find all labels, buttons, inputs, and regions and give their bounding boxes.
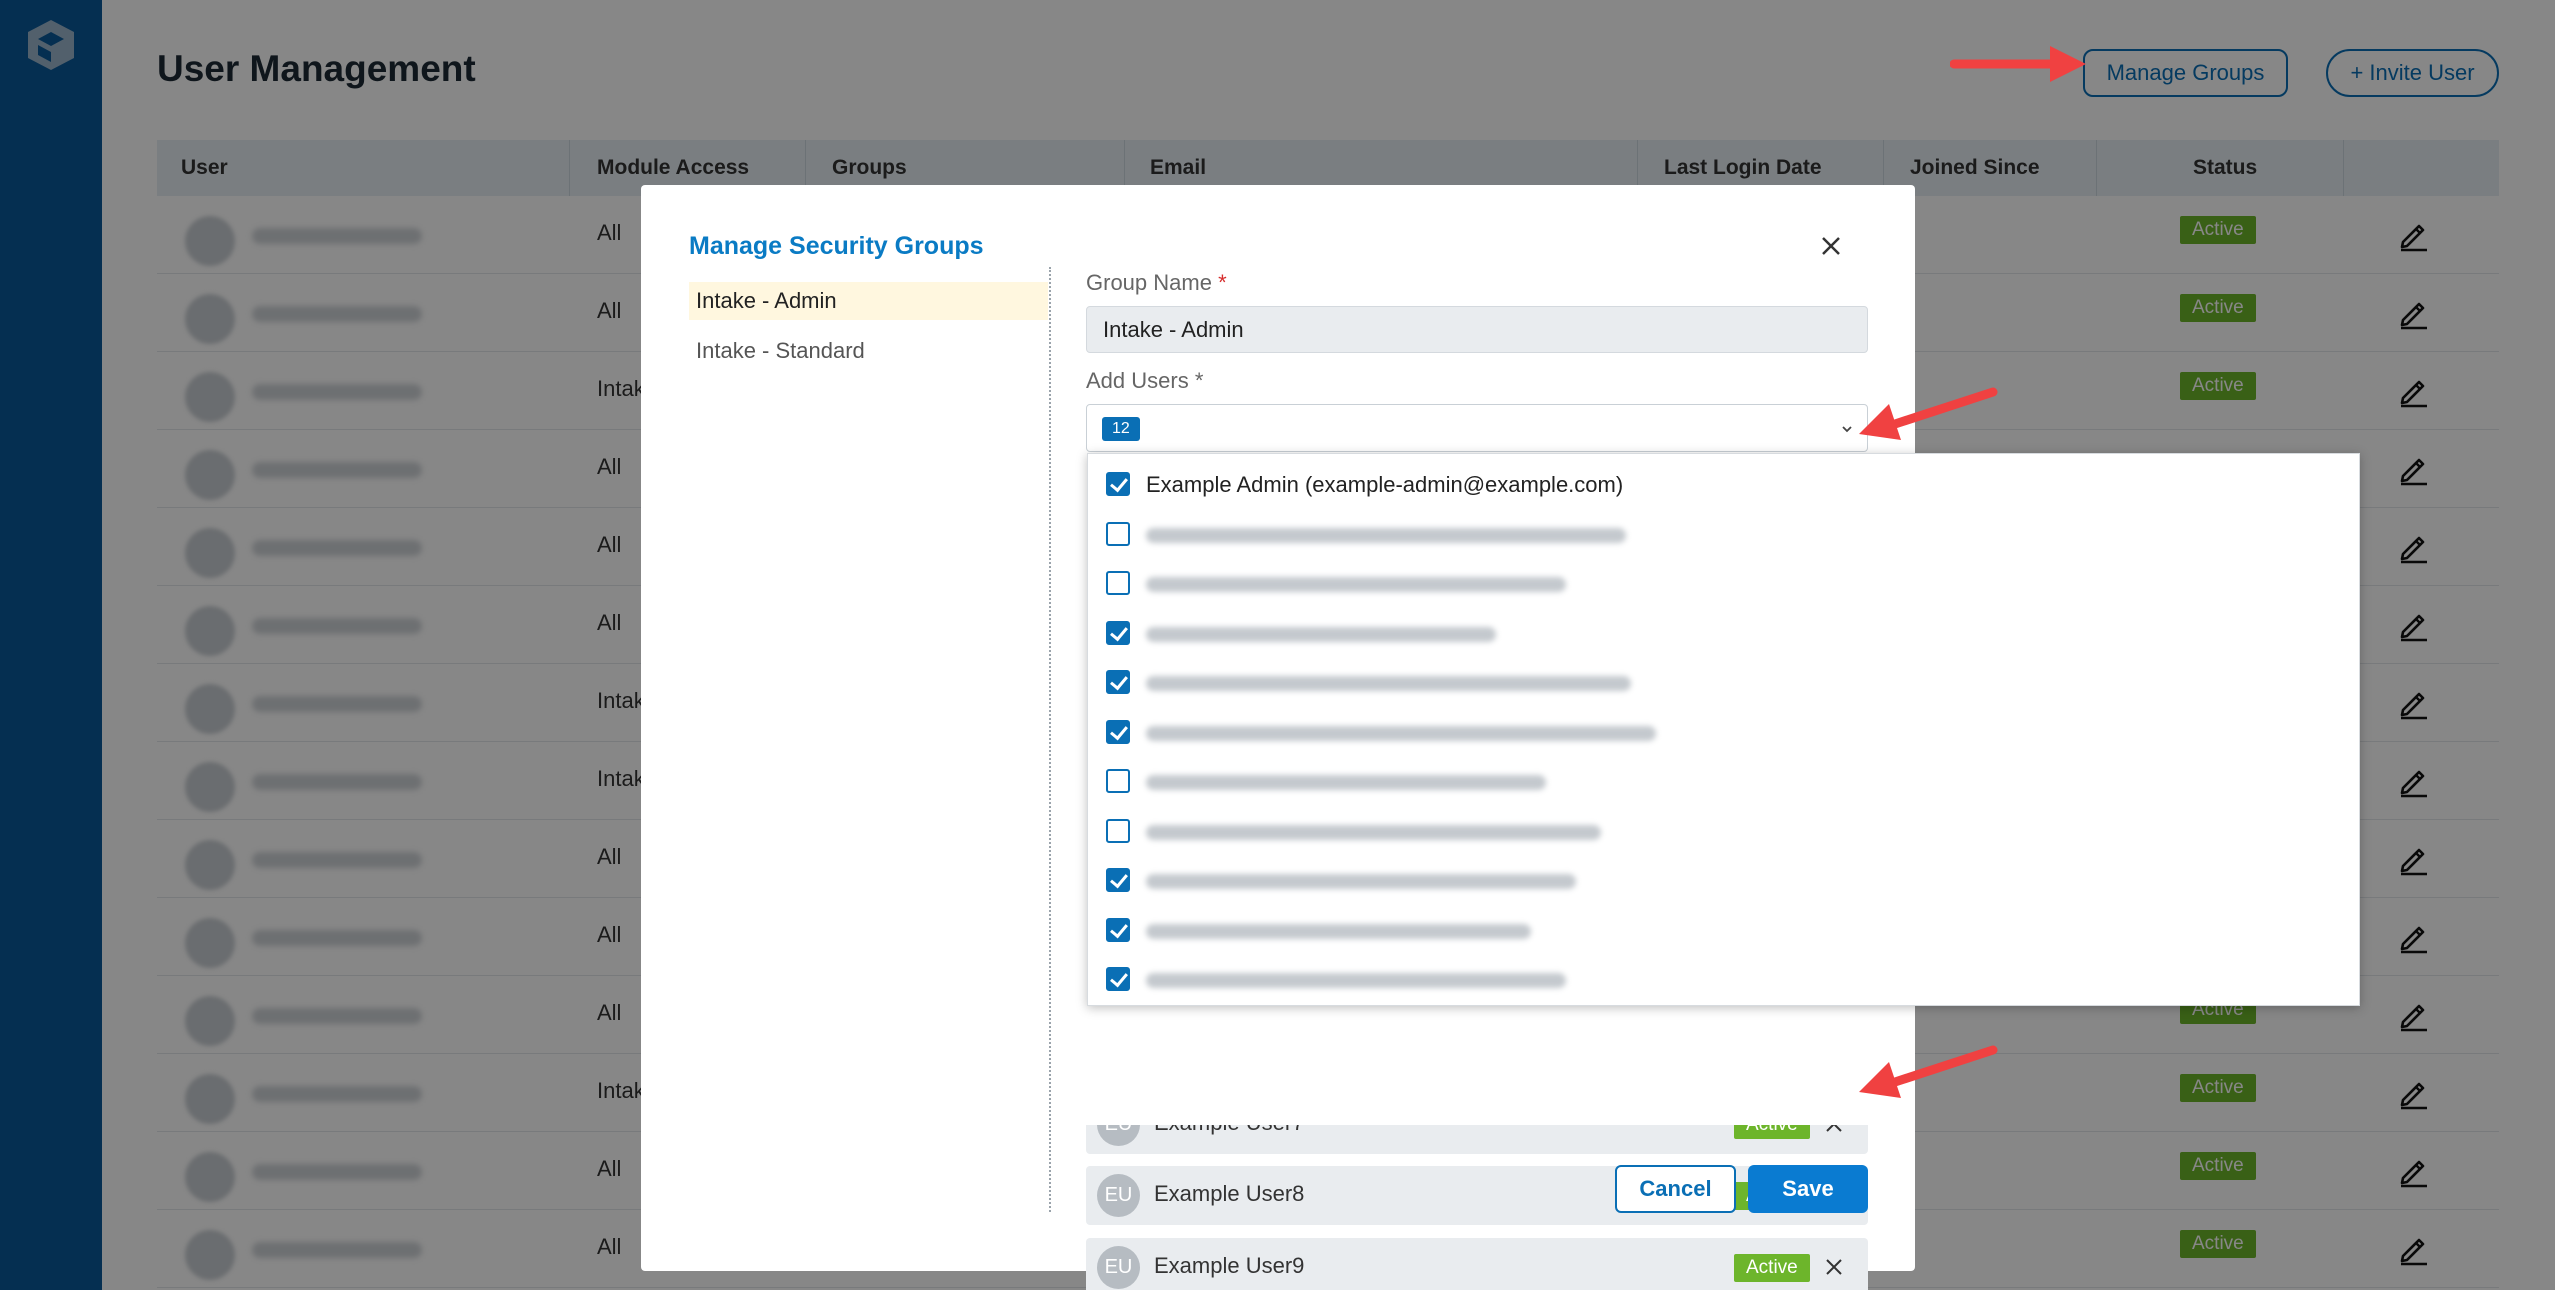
user-option[interactable] bbox=[1106, 613, 2306, 653]
checkbox[interactable] bbox=[1106, 521, 1130, 546]
redacted-option-label bbox=[1146, 923, 1531, 939]
redacted-option-label bbox=[1146, 626, 1496, 642]
avatar: EU bbox=[1097, 1174, 1140, 1217]
user-option[interactable] bbox=[1106, 959, 2306, 999]
checkbox[interactable] bbox=[1106, 571, 1130, 595]
user-option[interactable] bbox=[1106, 712, 2306, 752]
annotation-arrow-icon bbox=[1859, 387, 1998, 440]
member-row: EU Example User9 Active bbox=[1086, 1238, 1868, 1290]
redacted-option-label bbox=[1146, 577, 1566, 592]
user-option[interactable] bbox=[1106, 860, 2306, 900]
redacted-option-label bbox=[1146, 676, 1631, 691]
add-users-select[interactable]: 12 bbox=[1086, 404, 1868, 452]
option-label: Example Admin (example-admin@example.com… bbox=[1146, 472, 1624, 497]
panel-divider bbox=[1049, 267, 1051, 1212]
checkbox[interactable] bbox=[1106, 967, 1130, 991]
redacted-option-label bbox=[1146, 874, 1576, 889]
checkbox[interactable] bbox=[1106, 472, 1130, 496]
user-option[interactable] bbox=[1106, 910, 2306, 950]
status-badge: Active bbox=[1734, 1254, 1810, 1282]
group-name-label: Group Name * bbox=[1086, 270, 1227, 295]
member-name: Example User8 bbox=[1154, 1181, 1305, 1206]
status-badge: Active bbox=[1734, 1125, 1810, 1139]
checkbox[interactable] bbox=[1106, 818, 1130, 843]
user-option[interactable] bbox=[1106, 563, 2306, 603]
checkbox[interactable] bbox=[1106, 719, 1130, 744]
user-option[interactable] bbox=[1106, 811, 2306, 851]
selected-count-badge: 12 bbox=[1102, 417, 1140, 441]
close-icon[interactable] bbox=[1816, 231, 1846, 261]
checkbox[interactable] bbox=[1106, 620, 1130, 645]
checkbox[interactable] bbox=[1106, 917, 1130, 942]
checkbox[interactable] bbox=[1106, 769, 1130, 793]
member-name: Example User9 bbox=[1154, 1253, 1305, 1278]
redacted-option-label bbox=[1146, 527, 1626, 543]
redacted-option-label bbox=[1146, 775, 1546, 790]
save-button[interactable]: Save bbox=[1748, 1165, 1868, 1213]
add-users-dropdown: Example Admin (example-admin@example.com… bbox=[1087, 453, 2360, 1006]
avatar: EU bbox=[1097, 1125, 1140, 1146]
group-item-intake-standard[interactable]: Intake - Standard bbox=[689, 332, 1048, 370]
redacted-option-label bbox=[1146, 973, 1566, 988]
user-option[interactable] bbox=[1106, 662, 2306, 702]
redacted-option-label bbox=[1146, 824, 1601, 840]
user-option[interactable] bbox=[1106, 514, 2306, 554]
annotation-arrow-icon bbox=[1859, 1045, 1998, 1098]
cancel-button[interactable]: Cancel bbox=[1615, 1165, 1736, 1213]
user-option[interactable]: Example Admin (example-admin@example.com… bbox=[1106, 464, 2306, 504]
annotation-arrow-icon bbox=[1950, 46, 2086, 82]
group-item-intake-admin[interactable]: Intake - Admin bbox=[689, 282, 1048, 320]
user-option[interactable] bbox=[1106, 761, 2306, 801]
security-group-list: Intake - Admin Intake - Standard bbox=[689, 282, 1048, 382]
add-users-label: Add Users * bbox=[1086, 368, 1204, 393]
checkbox[interactable] bbox=[1106, 670, 1130, 694]
member-row: EU Example User7 Active bbox=[1086, 1125, 1868, 1154]
member-name: Example User7 bbox=[1154, 1125, 1304, 1136]
avatar: EU bbox=[1097, 1246, 1140, 1289]
chevron-down-icon[interactable] bbox=[1837, 419, 1857, 439]
redacted-option-label bbox=[1146, 725, 1656, 741]
remove-member-icon[interactable] bbox=[1822, 1125, 1846, 1136]
checkbox[interactable] bbox=[1106, 868, 1130, 892]
group-name-input[interactable] bbox=[1086, 306, 1868, 353]
remove-member-icon[interactable] bbox=[1822, 1255, 1846, 1279]
dialog-title: Manage Security Groups bbox=[689, 232, 984, 260]
